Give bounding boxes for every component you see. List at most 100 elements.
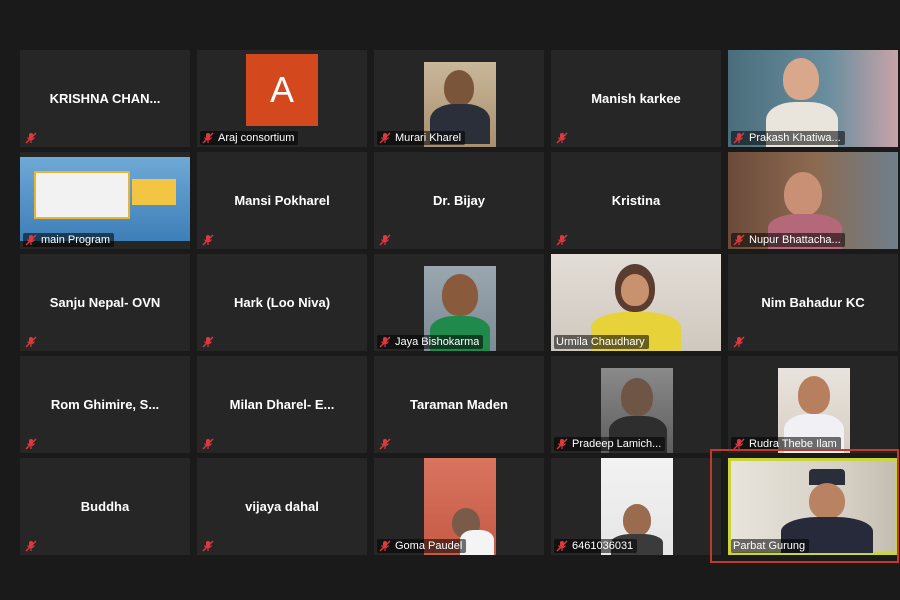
participant-name: Prakash Khatiwa... [749,132,841,144]
tile-footer [200,335,218,349]
participant-name: Jaya Bishokarma [395,336,480,348]
participant-name-center: Hark (Loo Niva) [233,295,331,310]
participant-name: Goma Paudel [395,540,463,552]
mic-muted-icon [202,540,214,552]
mic-muted-icon [379,234,391,246]
participant-tile[interactable]: Goma Paudel [374,458,544,555]
participant-name: 6461036031 [572,540,634,552]
avatar: A [246,53,318,126]
participant-name: Pradeep Lamich... [572,438,662,450]
participant-name-center: Buddha [80,499,130,514]
participant-name-center: Dr. Bijay [432,193,486,208]
participant-name-center: Mansi Pokharel [234,193,330,208]
participant-tile[interactable]: Pradeep Lamich... [551,356,721,453]
mic-muted-icon [202,438,214,450]
mic-muted-icon [556,234,568,246]
participant-name-center: Rom Ghimire, S... [50,397,160,412]
tile-footer: Pradeep Lamich... [554,437,666,451]
mic-muted-icon [733,336,745,348]
mic-muted-icon [379,132,391,144]
participant-tile[interactable]: Rudra Thebe Ilam [728,356,898,453]
tile-footer: Parbat Gurung [731,539,810,553]
tile-footer [23,335,41,349]
participant-tile[interactable]: 6461036031 [551,458,721,555]
participant-name-center: Nim Bahadur KC [761,295,865,310]
mic-muted-icon [733,438,745,450]
tile-footer [554,233,572,247]
mic-muted-icon [733,234,745,246]
participant-name: Urmila Chaudhary [556,336,645,348]
participant-tile[interactable]: Taraman Maden [374,356,544,453]
participant-tile[interactable]: Dr. Bijay [374,152,544,249]
tile-footer: Nupur Bhattacha... [731,233,845,247]
tile-footer: Rudra Thebe Ilam [731,437,841,451]
participant-tile[interactable]: Hark (Loo Niva) [197,254,367,351]
participant-name: Rudra Thebe Ilam [749,438,837,450]
participant-name-center: Manish karkee [591,91,681,106]
participant-tile[interactable]: Mansi Pokharel [197,152,367,249]
participant-tile[interactable]: Jaya Bishokarma [374,254,544,351]
participant-name: main Program [41,234,111,246]
participant-name-center: Sanju Nepal- OVN [49,295,161,310]
mic-muted-icon [25,438,37,450]
participant-name-center: Kristina [611,193,661,208]
participant-tile[interactable]: Buddha [20,458,190,555]
participant-tile[interactable]: Kristina [551,152,721,249]
mic-muted-icon [25,540,37,552]
tile-footer [200,233,218,247]
tile-footer: main Program [23,233,115,247]
participant-tile[interactable]: main Program [20,152,190,249]
participant-tile[interactable]: Sanju Nepal- OVN [20,254,190,351]
video-gallery: KRISHNA CHAN... A Araj consortium Murari… [20,50,898,555]
participant-tile[interactable]: vijaya dahal [197,458,367,555]
tile-footer [200,437,218,451]
mic-muted-icon [379,438,391,450]
participant-name: Parbat Gurung [733,540,806,552]
tile-footer [377,437,395,451]
tile-footer [554,131,572,145]
participant-tile[interactable]: Prakash Khatiwa... [728,50,898,147]
tile-footer: Araj consortium [200,131,299,145]
mic-muted-icon [556,132,568,144]
tile-footer: Jaya Bishokarma [377,335,484,349]
participant-tile-active-speaker[interactable]: Parbat Gurung [728,458,898,555]
participant-tile[interactable]: Nim Bahadur KC [728,254,898,351]
participant-name: Nupur Bhattacha... [749,234,841,246]
tile-footer: 6461036031 [554,539,638,553]
tile-footer [23,437,41,451]
tile-footer [377,233,395,247]
mic-muted-icon [202,132,214,144]
participant-tile[interactable]: Nupur Bhattacha... [728,152,898,249]
tile-footer [200,539,218,553]
mic-muted-icon [202,234,214,246]
mic-muted-icon [25,132,37,144]
participant-name: Murari Kharel [395,132,462,144]
participant-name-center: Taraman Maden [409,397,508,412]
participant-name-center: vijaya dahal [245,499,319,514]
participant-tile[interactable]: KRISHNA CHAN... [20,50,190,147]
tile-footer: Goma Paudel [377,539,467,553]
tile-footer: Murari Kharel [377,131,466,145]
tile-footer: Prakash Khatiwa... [731,131,845,145]
mic-muted-icon [25,234,37,246]
participant-name-center: KRISHNA CHAN... [49,91,161,106]
mic-muted-icon [379,336,391,348]
participant-tile[interactable]: Murari Kharel [374,50,544,147]
mic-muted-icon [202,336,214,348]
participant-tile[interactable]: Urmila Chaudhary [551,254,721,351]
tile-footer [23,131,41,145]
tile-footer [23,539,41,553]
mic-muted-icon [379,540,391,552]
participant-tile[interactable]: Rom Ghimire, S... [20,356,190,453]
participant-video [20,157,190,241]
participant-name: Araj consortium [218,132,295,144]
mic-muted-icon [733,132,745,144]
mic-muted-icon [25,336,37,348]
participant-tile[interactable]: Milan Dharel- E... [197,356,367,453]
participant-tile[interactable]: A Araj consortium [197,50,367,147]
tile-footer [731,335,749,349]
tile-footer: Urmila Chaudhary [554,335,649,349]
mic-muted-icon [556,540,568,552]
participant-name-center: Milan Dharel- E... [229,397,335,412]
participant-tile[interactable]: Manish karkee [551,50,721,147]
